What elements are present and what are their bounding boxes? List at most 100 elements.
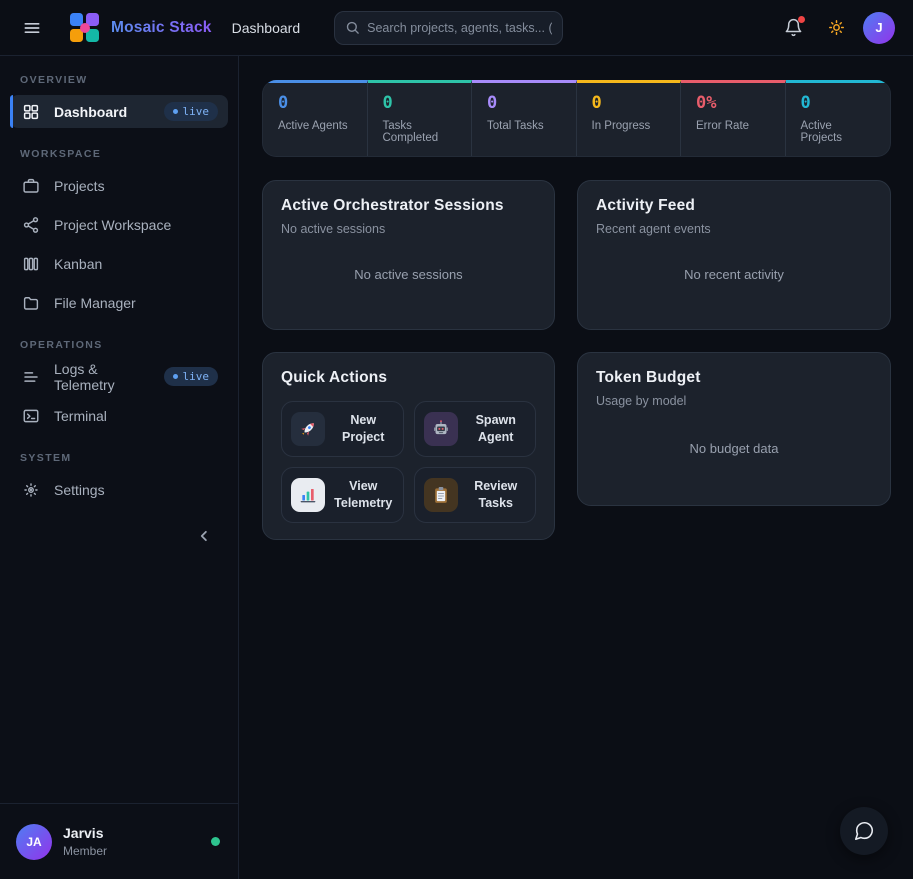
action-label: Spawn Agent bbox=[466, 412, 527, 446]
quick-actions-card: Quick Actions New Project Spawn Agent bbox=[262, 352, 555, 540]
review-tasks-button[interactable]: Review Tasks bbox=[414, 467, 537, 523]
dashboard-main: 0 Active Agents 0 Tasks Completed 0 Tota… bbox=[239, 56, 913, 879]
stat-label: Error Rate bbox=[696, 120, 770, 132]
header-actions: J bbox=[777, 12, 895, 44]
user-role: Member bbox=[63, 844, 107, 858]
live-dot-icon bbox=[173, 374, 178, 379]
online-status-dot bbox=[211, 837, 220, 846]
action-label: Review Tasks bbox=[466, 478, 527, 512]
cards-grid: Active Orchestrator Sessions No active s… bbox=[262, 180, 891, 540]
stat-in-progress: 0 In Progress bbox=[577, 80, 682, 156]
stat-active-projects: 0 Active Projects bbox=[786, 80, 891, 156]
token-budget-card: Token Budget Usage by model No budget da… bbox=[577, 352, 891, 506]
user-panel[interactable]: JA Jarvis Member bbox=[0, 803, 238, 879]
brand-title: Mosaic Stack bbox=[111, 19, 212, 37]
user-name: Jarvis bbox=[63, 825, 107, 841]
active-sessions-card: Active Orchestrator Sessions No active s… bbox=[262, 180, 555, 330]
user-avatar[interactable]: J bbox=[863, 12, 895, 44]
chevron-left-icon bbox=[195, 527, 213, 545]
stat-label: Active Agents bbox=[278, 120, 352, 132]
section-label-system: SYSTEM bbox=[20, 452, 218, 464]
stat-label: Total Tasks bbox=[487, 120, 561, 132]
sidebar-item-terminal[interactable]: Terminal bbox=[10, 399, 228, 432]
search-icon bbox=[345, 20, 360, 35]
sidebar-item-label: Logs & Telemetry bbox=[54, 361, 151, 393]
chat-bubble-icon bbox=[853, 820, 875, 842]
search-input[interactable] bbox=[367, 21, 552, 35]
card-title: Token Budget bbox=[596, 369, 872, 387]
quick-actions-grid: New Project Spawn Agent View Telemetry bbox=[281, 401, 536, 523]
menu-toggle-button[interactable] bbox=[16, 12, 48, 44]
sidebar-item-projects[interactable]: Projects bbox=[10, 169, 228, 202]
header: Mosaic Stack Dashboard J bbox=[0, 0, 913, 56]
app-logo bbox=[70, 13, 100, 43]
sidebar-item-label: Settings bbox=[54, 482, 105, 498]
stat-label: In Progress bbox=[592, 120, 666, 132]
notifications-button[interactable] bbox=[777, 12, 809, 44]
card-subtitle: No active sessions bbox=[281, 222, 536, 236]
theme-toggle-button[interactable] bbox=[820, 12, 852, 44]
section-label-operations: OPERATIONS bbox=[20, 339, 218, 351]
notification-dot bbox=[798, 16, 805, 23]
card-subtitle: Usage by model bbox=[596, 394, 872, 408]
sidebar-nav: OVERVIEW Dashboard live WORKSPACE Projec… bbox=[0, 56, 238, 803]
menu-icon bbox=[22, 18, 42, 38]
live-badge-label: live bbox=[183, 105, 210, 118]
live-badge: live bbox=[164, 102, 219, 121]
stat-value: 0 bbox=[278, 93, 352, 113]
user-avatar-initials: JA bbox=[16, 824, 52, 860]
sidebar-item-label: Projects bbox=[54, 178, 105, 194]
action-label: View Telemetry bbox=[333, 478, 394, 512]
grid-icon bbox=[21, 103, 41, 121]
terminal-icon bbox=[21, 407, 41, 425]
sidebar-item-label: Dashboard bbox=[54, 104, 127, 120]
live-badge-label: live bbox=[183, 370, 210, 383]
card-title: Active Orchestrator Sessions bbox=[281, 197, 536, 215]
logo-center-dot bbox=[80, 23, 90, 33]
card-title: Activity Feed bbox=[596, 197, 872, 215]
live-badge: live bbox=[164, 367, 219, 386]
global-search[interactable] bbox=[334, 11, 563, 45]
spawn-agent-button[interactable]: Spawn Agent bbox=[414, 401, 537, 457]
sidebar-item-dashboard[interactable]: Dashboard live bbox=[10, 95, 228, 128]
sidebar-item-file-manager[interactable]: File Manager bbox=[10, 286, 228, 319]
breadcrumb: Dashboard bbox=[232, 20, 301, 36]
stat-value: 0 bbox=[383, 93, 457, 113]
stat-value: 0 bbox=[801, 93, 876, 113]
new-project-button[interactable]: New Project bbox=[281, 401, 404, 457]
logs-icon bbox=[21, 368, 41, 386]
section-label-workspace: WORKSPACE bbox=[20, 148, 218, 160]
sidebar-collapse-button[interactable] bbox=[192, 524, 216, 548]
stat-error-rate: 0% Error Rate bbox=[681, 80, 786, 156]
stat-active-agents: 0 Active Agents bbox=[263, 80, 368, 156]
view-telemetry-button[interactable]: View Telemetry bbox=[281, 467, 404, 523]
stats-row: 0 Active Agents 0 Tasks Completed 0 Tota… bbox=[262, 80, 891, 157]
sidebar-item-project-workspace[interactable]: Project Workspace bbox=[10, 208, 228, 241]
empty-state-text: No budget data bbox=[596, 408, 872, 489]
sidebar-item-logs-telemetry[interactable]: Logs & Telemetry live bbox=[10, 360, 228, 393]
briefcase-icon bbox=[21, 177, 41, 195]
bar-chart-icon bbox=[291, 478, 325, 512]
stat-tasks-completed: 0 Tasks Completed bbox=[368, 80, 473, 156]
folder-icon bbox=[21, 294, 41, 312]
live-dot-icon bbox=[173, 109, 178, 114]
sidebar: OVERVIEW Dashboard live WORKSPACE Projec… bbox=[0, 56, 239, 879]
empty-state-text: No recent activity bbox=[596, 236, 872, 313]
sidebar-item-kanban[interactable]: Kanban bbox=[10, 247, 228, 280]
user-meta: Jarvis Member bbox=[63, 825, 107, 858]
section-label-overview: OVERVIEW bbox=[20, 74, 218, 86]
stat-total-tasks: 0 Total Tasks bbox=[472, 80, 577, 156]
robot-icon bbox=[424, 412, 458, 446]
activity-feed-card: Activity Feed Recent agent events No rec… bbox=[577, 180, 891, 330]
action-label: New Project bbox=[333, 412, 394, 446]
stat-value: 0% bbox=[696, 93, 770, 113]
stat-value: 0 bbox=[592, 93, 666, 113]
sidebar-item-settings[interactable]: Settings bbox=[10, 473, 228, 506]
chat-fab-button[interactable] bbox=[840, 807, 888, 855]
sun-icon bbox=[827, 18, 846, 37]
stat-value: 0 bbox=[487, 93, 561, 113]
gear-icon bbox=[21, 481, 41, 499]
sidebar-item-label: File Manager bbox=[54, 295, 136, 311]
card-subtitle: Recent agent events bbox=[596, 222, 872, 236]
sidebar-item-label: Kanban bbox=[54, 256, 102, 272]
